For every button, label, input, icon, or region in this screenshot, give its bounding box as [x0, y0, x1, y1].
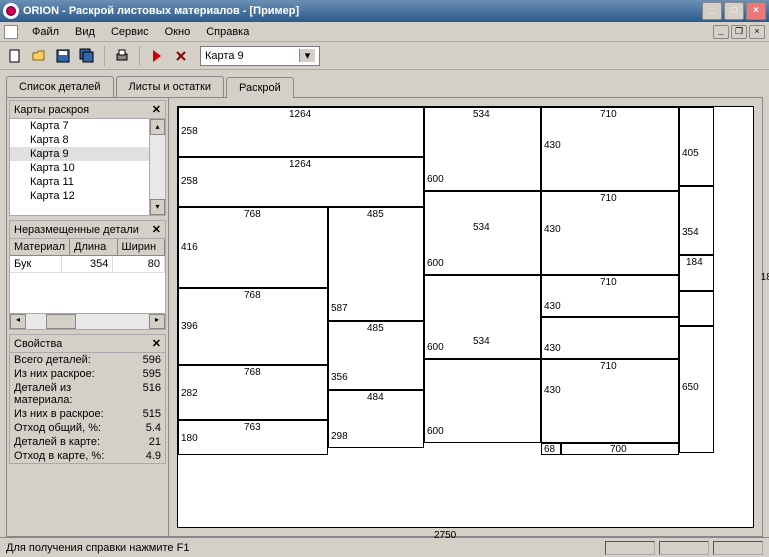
doc-icon [4, 25, 18, 39]
col-material[interactable]: Материал [10, 239, 70, 255]
menu-file[interactable]: Файл [24, 24, 67, 40]
unplaced-panel: Неразмещенные детали ✕ Материал Длина Шир… [9, 220, 166, 330]
list-item[interactable]: Карта 10 [10, 161, 165, 175]
table-row[interactable]: Бук 354 80 [10, 256, 165, 273]
menu-help[interactable]: Справка [198, 24, 257, 40]
open-button[interactable] [28, 45, 50, 67]
col-width[interactable]: Ширин [118, 239, 166, 255]
tab-cutting[interactable]: Раскрой [226, 77, 294, 98]
list-item[interactable]: Карта 11 [10, 175, 165, 189]
unplaced-close-icon[interactable]: ✕ [152, 223, 161, 236]
stop-button[interactable] [170, 45, 192, 67]
props-title: Свойства [14, 338, 62, 350]
maps-title: Карты раскроя [14, 104, 89, 116]
save-button[interactable] [52, 45, 74, 67]
col-length[interactable]: Длина [70, 239, 118, 255]
print-button[interactable] [111, 45, 133, 67]
mdi-minimize-button[interactable]: _ [713, 25, 729, 39]
menu-window[interactable]: Окно [157, 24, 199, 40]
sheet-width: 2750 [434, 530, 456, 541]
list-item[interactable]: Карта 12 [10, 189, 165, 203]
props-close-icon[interactable]: ✕ [152, 337, 161, 350]
status-text: Для получения справки нажмите F1 [6, 542, 189, 554]
maps-close-icon[interactable]: ✕ [152, 103, 161, 116]
app-icon [3, 3, 19, 19]
minimize-button[interactable]: _ [702, 2, 722, 20]
titlebar: ORION - Раскрой листовых материалов - [П… [0, 0, 769, 22]
menu-service[interactable]: Сервис [103, 24, 157, 40]
prop-row: Из них раскрое:595 [10, 367, 165, 381]
scrollbar[interactable]: ▴▾ [149, 119, 165, 215]
maps-list[interactable]: Карта 7 Карта 8 Карта 9 Карта 10 Карта 1… [10, 119, 165, 215]
h-scrollbar[interactable]: ◂▸ [10, 313, 165, 329]
sheet-height: 1830 [761, 272, 769, 283]
prop-row: Из них в раскрое:515 [10, 407, 165, 421]
maximize-button[interactable]: □ [724, 2, 744, 20]
cutting-layout[interactable]: 2581264 2581264 416768 485587 768396 485… [177, 106, 754, 528]
left-panel: Карты раскроя ✕ Карта 7 Карта 8 Карта 9 К… [7, 98, 169, 536]
tab-parts-list[interactable]: Список деталей [6, 76, 114, 97]
run-button[interactable] [146, 45, 168, 67]
unplaced-grid: Материал Длина Ширин Бук 354 80 ◂▸ [10, 239, 165, 329]
prop-row: Отход в карте, %:4.9 [10, 449, 165, 463]
tabbar: Список деталей Листы и остатки Раскрой [0, 70, 769, 97]
prop-row: Всего деталей:596 [10, 353, 165, 367]
list-item[interactable]: Карта 9 [10, 147, 165, 161]
workspace: Карты раскроя ✕ Карта 7 Карта 8 Карта 9 К… [6, 97, 763, 537]
prop-row: Отход общий, %:5.4 [10, 421, 165, 435]
toolbar: Карта 9 ▾ [0, 42, 769, 70]
combo-value: Карта 9 [205, 50, 244, 62]
prop-row: Деталей из материала:516 [10, 381, 165, 407]
mdi-restore-button[interactable]: ❐ [731, 25, 747, 39]
statusbar: Для получения справки нажмите F1 [0, 537, 769, 557]
unplaced-title: Неразмещенные детали [14, 224, 139, 236]
props-panel: Свойства ✕ Всего деталей:596Из них раскро… [9, 334, 166, 464]
list-item[interactable]: Карта 7 [10, 119, 165, 133]
new-button[interactable] [4, 45, 26, 67]
window-title: ORION - Раскрой листовых материалов - [П… [23, 5, 702, 17]
close-button[interactable]: × [746, 2, 766, 20]
save-all-button[interactable] [76, 45, 98, 67]
list-item[interactable]: Карта 8 [10, 133, 165, 147]
mdi-close-button[interactable]: × [749, 25, 765, 39]
prop-row: Деталей в карте:21 [10, 435, 165, 449]
maps-panel: Карты раскроя ✕ Карта 7 Карта 8 Карта 9 К… [9, 100, 166, 216]
map-combo[interactable]: Карта 9 ▾ [200, 46, 320, 66]
menubar: Файл Вид Сервис Окно Справка _ ❐ × [0, 22, 769, 42]
tab-sheets[interactable]: Листы и остатки [116, 76, 224, 97]
menu-view[interactable]: Вид [67, 24, 103, 40]
chevron-down-icon: ▾ [299, 49, 315, 62]
